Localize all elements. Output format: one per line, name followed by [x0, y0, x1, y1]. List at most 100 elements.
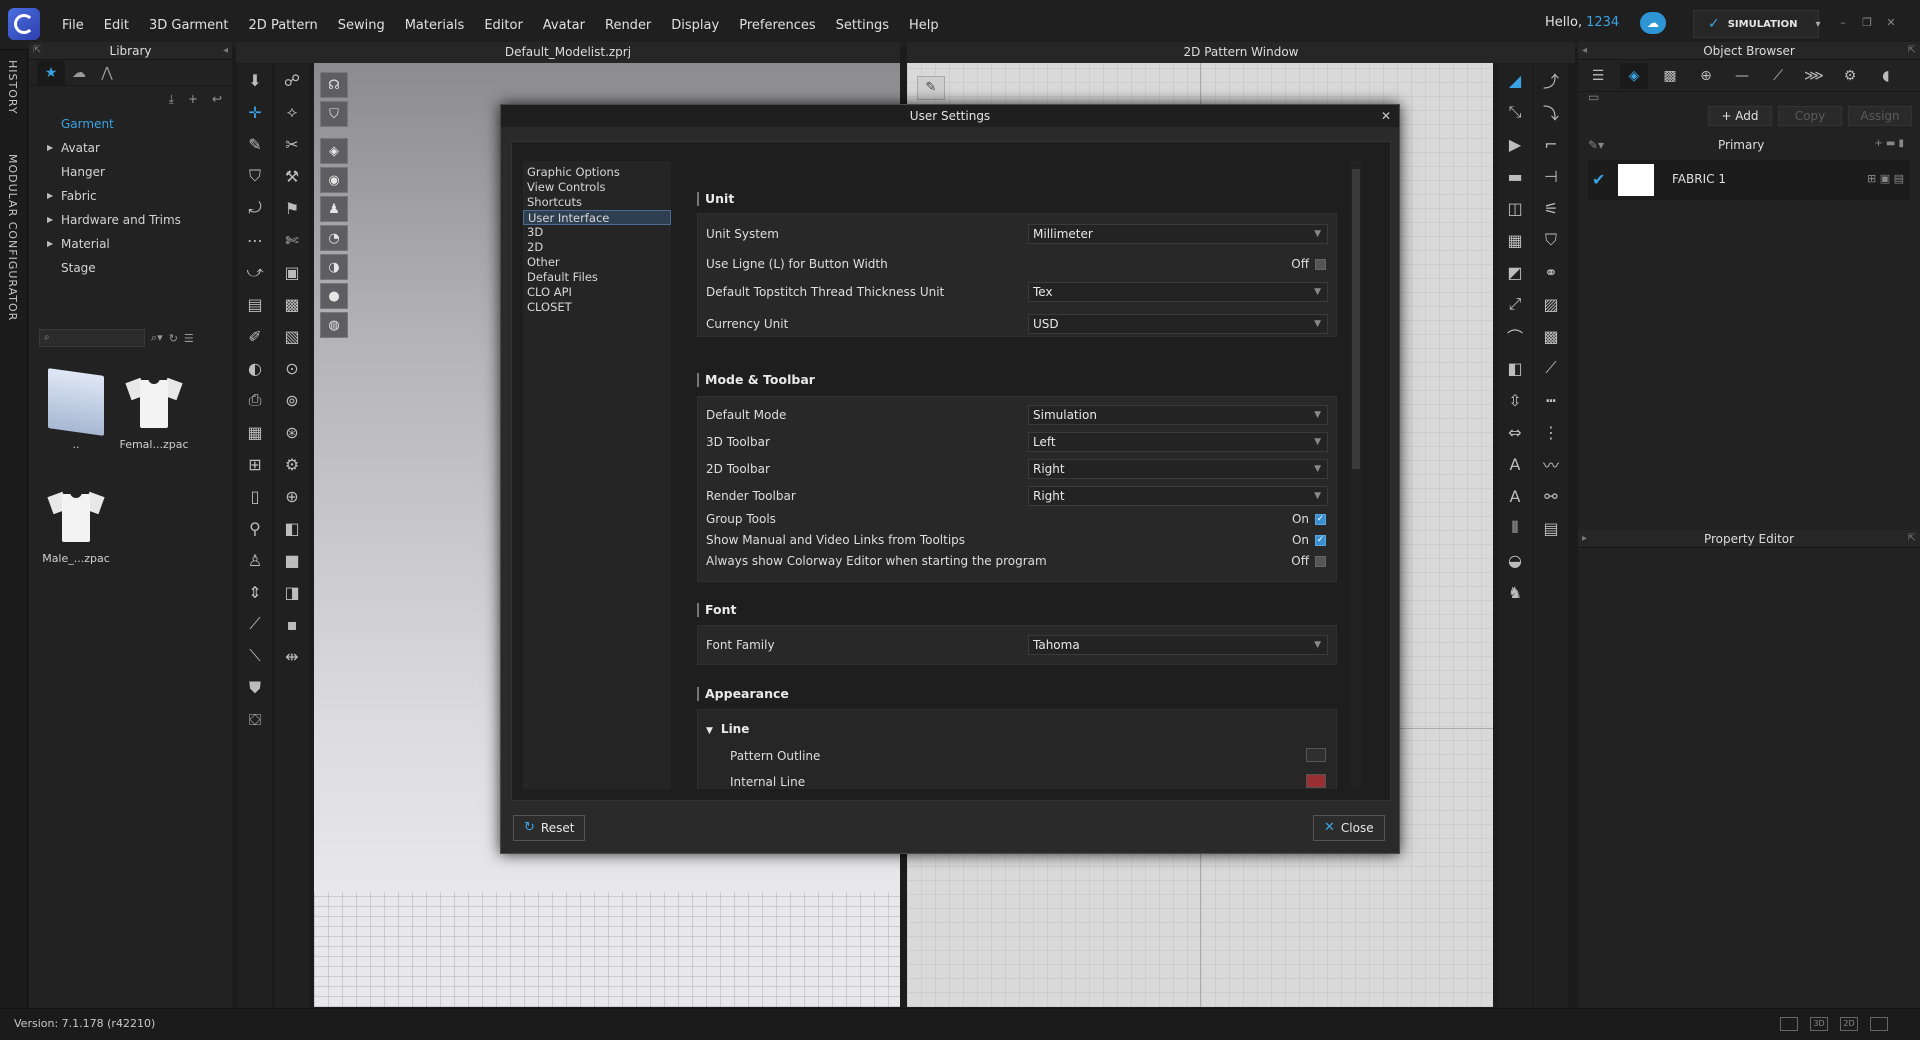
align-icon[interactable]: ⇹ — [275, 640, 309, 672]
pattern-tab-icon[interactable]: ▩ — [1656, 63, 1684, 89]
avatar-display-icon[interactable]: ☊ — [320, 72, 348, 98]
user-id[interactable]: 1234 — [1586, 15, 1619, 30]
tree-item-stage[interactable]: Stage — [43, 256, 232, 280]
figure-icon[interactable]: ♞ — [1498, 576, 1532, 608]
square-gray-icon[interactable]: ▪ — [275, 608, 309, 640]
segment-icon[interactable]: ⤵ — [1534, 96, 1568, 128]
popout-icon[interactable]: ⇱ — [1908, 530, 1916, 548]
vertical-bars-icon[interactable]: ⋮ — [1534, 416, 1568, 448]
cloud-sync-icon[interactable]: ☁ — [1640, 12, 1666, 34]
close-icon[interactable]: ✕ — [1381, 105, 1391, 127]
group-actions-icon[interactable]: + ▬ ▮ — [1874, 138, 1904, 149]
gradient-icon[interactable]: ▤ — [1534, 512, 1568, 544]
topstitch-unit-select[interactable]: Tex ▼ — [1028, 282, 1328, 302]
pen-icon[interactable]: ✐ — [238, 320, 272, 352]
minimize-icon[interactable]: – — [1836, 16, 1850, 30]
fold-icon[interactable]: ⤾ — [238, 192, 272, 224]
tape-icon[interactable]: ⟋ — [238, 608, 272, 640]
shaded-icon[interactable]: ◉ — [320, 167, 348, 193]
category-default-files[interactable]: Default Files — [523, 270, 671, 285]
menu-preferences[interactable]: Preferences — [729, 18, 825, 33]
pattern-icon[interactable]: ▧ — [275, 320, 309, 352]
square-icon[interactable]: ■ — [275, 544, 309, 576]
list-icon[interactable]: ☰ — [1584, 63, 1612, 89]
button-tab-icon[interactable]: ⊕ — [1692, 63, 1720, 89]
horizontal-measure-icon[interactable]: ⇔ — [1498, 416, 1532, 448]
menu-sewing[interactable]: Sewing — [328, 18, 395, 33]
view-2d-button[interactable]: 2D — [1840, 1017, 1858, 1031]
tree-item-avatar[interactable]: ▶ Avatar — [43, 136, 232, 160]
edit-pattern-icon[interactable]: ✎ — [238, 128, 272, 160]
layout-icon[interactable]: ◨ — [275, 576, 309, 608]
copy-button[interactable]: Copy — [1778, 106, 1842, 126]
menu-edit[interactable]: Edit — [94, 18, 139, 33]
grid-icon[interactable]: ▦ — [1498, 224, 1532, 256]
book-icon[interactable]: ▯ — [238, 480, 272, 512]
tree-item-fabric[interactable]: ▶ Fabric — [43, 184, 232, 208]
view-3d-button[interactable]: 3D — [1810, 1017, 1828, 1031]
checkmark-icon[interactable]: ✔ — [1592, 170, 1605, 189]
checkbox-checked[interactable]: ✓ — [1315, 513, 1326, 525]
line-subsection-toggle[interactable]: ▼ Line — [706, 722, 749, 736]
colorway-toggle[interactable]: Off — [1291, 554, 1326, 568]
checkbox[interactable] — [1315, 555, 1326, 567]
stamp-icon[interactable]: ⎙ — [238, 384, 272, 416]
dart-icon[interactable]: ◩ — [1498, 256, 1532, 288]
category-2d[interactable]: 2D — [523, 240, 671, 255]
globe-icon[interactable]: ◍ — [320, 312, 348, 338]
menu-materials[interactable]: Materials — [395, 18, 475, 33]
mesh-icon[interactable]: ▨ — [1534, 288, 1568, 320]
fabric-tab-icon[interactable]: ◈ — [1620, 62, 1648, 89]
connect-icon[interactable]: ⋀ — [93, 61, 121, 85]
layer-icon[interactable]: ▤ — [238, 288, 272, 320]
mode-switch-button[interactable]: ✓ SIMULATION ▾ — [1693, 10, 1821, 38]
pattern-outline-color-swatch[interactable] — [1306, 748, 1326, 762]
vertical-measure-icon[interactable]: ⇳ — [1498, 384, 1532, 416]
expand-caret-icon[interactable]: ▶ — [47, 136, 53, 160]
app-logo[interactable] — [8, 8, 40, 40]
category-view-controls[interactable]: View Controls — [523, 180, 671, 195]
grid-2d-icon[interactable]: ▩ — [1534, 320, 1568, 352]
shirt-2d-icon[interactable]: ⛉ — [1534, 224, 1568, 256]
image-icon[interactable]: ◫ — [1498, 192, 1532, 224]
sew-2d-icon[interactable]: ⚟ — [1534, 192, 1568, 224]
wave-icon[interactable]: 〰 — [1534, 448, 1568, 480]
folder-icon[interactable]: ▭ — [1588, 90, 1599, 104]
library-item-female-garment[interactable]: Femal...zpac — [119, 372, 189, 451]
close-window-icon[interactable]: ✕ — [1884, 16, 1898, 30]
scrollbar-thumb[interactable] — [1352, 169, 1360, 469]
manual-links-toggle[interactable]: On ✓ — [1292, 533, 1326, 547]
graphic-icon[interactable]: ◧ — [275, 512, 309, 544]
layout-single-icon[interactable] — [1780, 1017, 1798, 1031]
line-tab-icon[interactable]: — — [1728, 63, 1756, 89]
texture-icon[interactable]: ▩ — [275, 288, 309, 320]
menu-render[interactable]: Render — [595, 18, 661, 33]
menu-file[interactable]: File — [52, 18, 94, 33]
menu-display[interactable]: Display — [661, 18, 729, 33]
collapse-icon[interactable]: ◂ — [223, 42, 228, 60]
menu-settings[interactable]: Settings — [826, 18, 899, 33]
cut-icon[interactable]: ✄ — [275, 224, 309, 256]
avatar-side-icon[interactable]: ◔ — [320, 225, 348, 251]
polygon-icon[interactable]: ▶ — [1498, 128, 1532, 160]
pin-icon[interactable]: ⇱ — [33, 42, 41, 60]
line-edit-icon[interactable]: ⤢ — [1498, 288, 1532, 320]
text-edit-icon[interactable]: A — [1498, 480, 1532, 512]
currency-unit-select[interactable]: USD ▼ — [1028, 314, 1328, 334]
search-options-icon[interactable]: ⌕▾ — [151, 331, 163, 345]
expand-caret-icon[interactable]: ▶ — [47, 208, 53, 232]
cloud-library-icon[interactable]: ☁ — [65, 61, 93, 85]
3d-toolbar-select[interactable]: Left ▼ — [1028, 432, 1328, 452]
avatar-pose-icon[interactable]: ☍ — [275, 64, 309, 96]
tack-icon[interactable]: ⚑ — [275, 192, 309, 224]
menu-2d-pattern[interactable]: 2D Pattern — [239, 18, 328, 33]
download-icon[interactable]: ⤓ — [169, 92, 174, 107]
stitch-icon[interactable]: ⚯ — [1534, 480, 1568, 512]
group-tools-toggle[interactable]: On ✓ — [1292, 512, 1326, 526]
rectangle-icon[interactable]: ▬ — [1498, 160, 1532, 192]
menu-help[interactable]: Help — [899, 18, 949, 33]
garment-display-icon[interactable]: ⛉ — [320, 101, 348, 127]
modular-configurator-tab[interactable]: MODULAR CONFIGURATOR — [6, 154, 19, 321]
avatar-front-icon[interactable]: ♟ — [320, 196, 348, 222]
category-closet[interactable]: CLOSET — [523, 300, 671, 315]
